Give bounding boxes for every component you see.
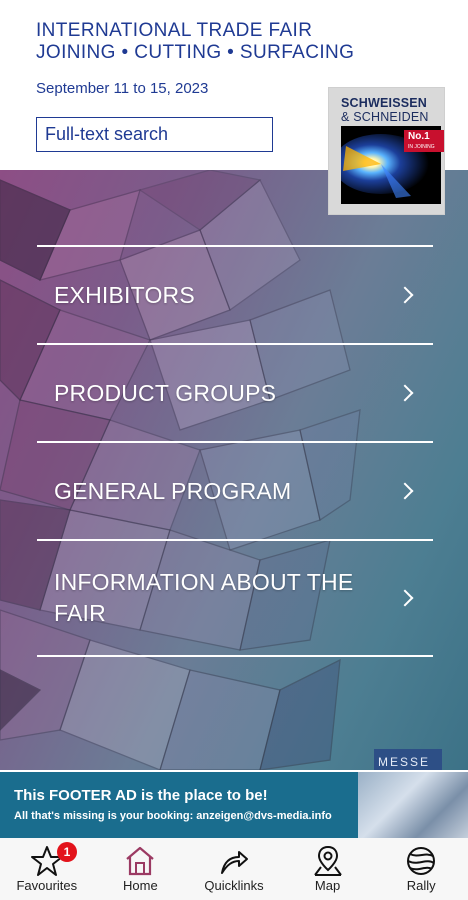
nav-label: Home (123, 878, 158, 893)
nav-label: Quicklinks (204, 878, 264, 893)
quicklinks-arrow-icon (220, 851, 248, 874)
menu-item-exhibitors[interactable]: EXHIBITORS (37, 245, 433, 343)
ad-subtext: All that's missing is your booking: anze… (14, 810, 332, 822)
menu-item-general-program[interactable]: GENERAL PROGRAM (37, 441, 433, 539)
hero-menu-area: EXHIBITORS PRODUCT GROUPS GENERAL PROGRA… (0, 170, 468, 770)
nav-rally[interactable]: Rally (374, 838, 468, 900)
home-icon (126, 846, 155, 876)
logo-text-line2: & SCHNEIDEN (341, 110, 429, 124)
logo-no1-badge: No.1 IN JOINING (404, 130, 444, 152)
menu-item-label: GENERAL PROGRAM (54, 477, 292, 504)
messe-logo: MESSE (374, 749, 442, 770)
ad-image (358, 772, 468, 838)
logo-text-line1: SCHWEISSEN (341, 96, 428, 110)
nav-label: Favourites (16, 878, 78, 893)
fair-title: INTERNATIONAL TRADE FAIR JOINING • CUTTI… (36, 20, 354, 64)
chevron-right-icon (396, 482, 414, 500)
full-text-search-input[interactable] (36, 117, 273, 152)
chevron-right-icon (396, 589, 414, 607)
nav-map[interactable]: Map (281, 838, 375, 900)
main-menu: EXHIBITORS PRODUCT GROUPS GENERAL PROGRA… (37, 245, 433, 657)
fair-title-line1: INTERNATIONAL TRADE FAIR (36, 20, 313, 41)
rally-globe-icon (407, 847, 436, 875)
fair-dates: September 11 to 15, 2023 (36, 80, 209, 97)
menu-item-label: PRODUCT GROUPS (54, 379, 277, 406)
footer-ad-banner[interactable]: This FOOTER AD is the place to be! All t… (0, 772, 468, 838)
menu-item-product-groups[interactable]: PRODUCT GROUPS (37, 343, 433, 441)
chevron-right-icon (396, 384, 414, 402)
bottom-navigation: 1 Favourites Home Quicklinks Map Rally (0, 838, 468, 900)
menu-item-label: EXHIBITORS (54, 281, 195, 308)
fair-title-line2: JOINING • CUTTING • SURFACING (36, 42, 355, 63)
chevron-right-icon (396, 286, 414, 304)
favourites-count-badge: 1 (57, 842, 77, 862)
ad-headline: This FOOTER AD is the place to be! (14, 787, 268, 804)
nav-label: Map (314, 878, 341, 893)
nav-quicklinks[interactable]: Quicklinks (187, 838, 281, 900)
menu-item-label: INFORMATION ABOUT THE FAIR (54, 569, 354, 626)
nav-label: Rally (406, 878, 436, 893)
map-pin-icon (313, 845, 342, 876)
menu-item-information-about-the-fair[interactable]: INFORMATION ABOUT THE FAIR (37, 539, 433, 657)
schweissen-schneiden-logo[interactable]: SCHWEISSEN & SCHNEIDEN No.1 IN JOINING (328, 87, 445, 215)
nav-favourites[interactable]: 1 Favourites (0, 838, 94, 900)
nav-home[interactable]: Home (94, 838, 188, 900)
